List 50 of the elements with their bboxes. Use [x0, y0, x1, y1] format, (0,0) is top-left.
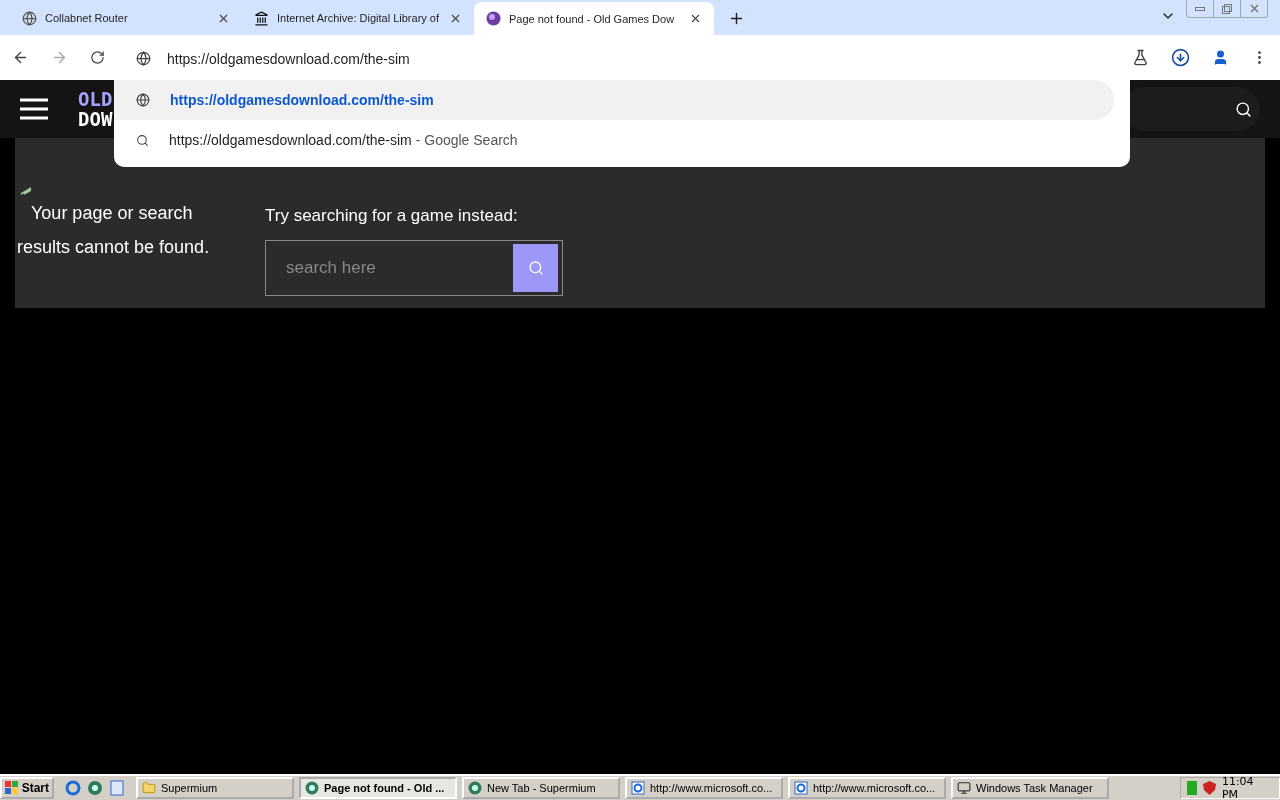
browser-icon	[468, 781, 482, 795]
new-tab-icon[interactable]	[728, 10, 745, 27]
error-message: Your page or search results cannot be found.	[16, 202, 211, 259]
search-prompt: Try searching for a game instead:	[265, 206, 519, 226]
taskbar-button[interactable]: Page not found - Old ...	[299, 777, 457, 799]
search-field[interactable]: search here	[265, 240, 563, 296]
suggestion-item[interactable]: https://oldgamesdownload.com/the-sim - Google Search	[114, 120, 1114, 160]
site-logo[interactable]: OLD DOW	[78, 89, 113, 129]
orb-icon	[486, 11, 501, 26]
search-icon	[1235, 100, 1252, 118]
search-icon	[136, 133, 149, 147]
globe-icon	[136, 93, 150, 107]
browser-icon[interactable]	[87, 780, 103, 796]
globe-icon	[22, 10, 37, 26]
taskbar-button[interactable]: Supermium	[136, 777, 294, 799]
folder-icon	[142, 781, 156, 795]
clock: 11:04 PM	[1221, 775, 1255, 800]
address-field[interactable]: https://oldgamesdownload.com/the-sim	[167, 50, 410, 67]
browser-tab[interactable]: Collabnet Router	[10, 3, 242, 33]
flask-icon[interactable]	[1132, 49, 1149, 66]
restore-icon[interactable]	[1222, 3, 1232, 14]
minimize-icon[interactable]	[1195, 6, 1205, 11]
browser-icon	[305, 781, 319, 795]
taskbar-button[interactable]: http://www.microsoft.co...	[788, 777, 946, 799]
taskbar-button[interactable]: Windows Task Manager	[951, 777, 1109, 799]
close-icon[interactable]	[689, 12, 702, 25]
taskbar-button[interactable]: New Tab - Supermium	[462, 777, 620, 799]
profile-icon[interactable]	[1212, 49, 1229, 66]
shield-icon[interactable]	[1202, 781, 1216, 795]
building-icon	[254, 10, 269, 26]
tab-title: Page not found - Old Games Dow	[509, 12, 676, 25]
taskbar-button[interactable]: http://www.microsoft.co...	[625, 777, 783, 799]
suggestion-item[interactable]: https://oldgamesdownload.com/the-sim	[114, 80, 1114, 120]
download-icon[interactable]	[1171, 48, 1190, 67]
ie-icon	[794, 781, 808, 795]
browser-tab[interactable]: Internet Archive: Digital Library of	[242, 3, 474, 33]
ie-icon	[631, 781, 645, 795]
back-icon[interactable]	[12, 49, 29, 66]
windows-logo-icon	[5, 781, 19, 795]
ie-icon[interactable]	[65, 780, 81, 796]
start-button[interactable]: Start	[0, 777, 54, 799]
reload-icon[interactable]	[90, 50, 105, 65]
broken-image-icon	[20, 187, 32, 195]
browser-tab[interactable]: Page not found - Old Games Dow	[474, 2, 714, 35]
globe-icon	[136, 51, 151, 66]
tab-title: Collabnet Router	[45, 12, 129, 24]
tab-title: Internet Archive: Digital Library of	[277, 12, 441, 24]
search-icon	[527, 260, 544, 276]
menu-icon[interactable]	[20, 98, 48, 120]
monitor-icon	[957, 781, 971, 795]
